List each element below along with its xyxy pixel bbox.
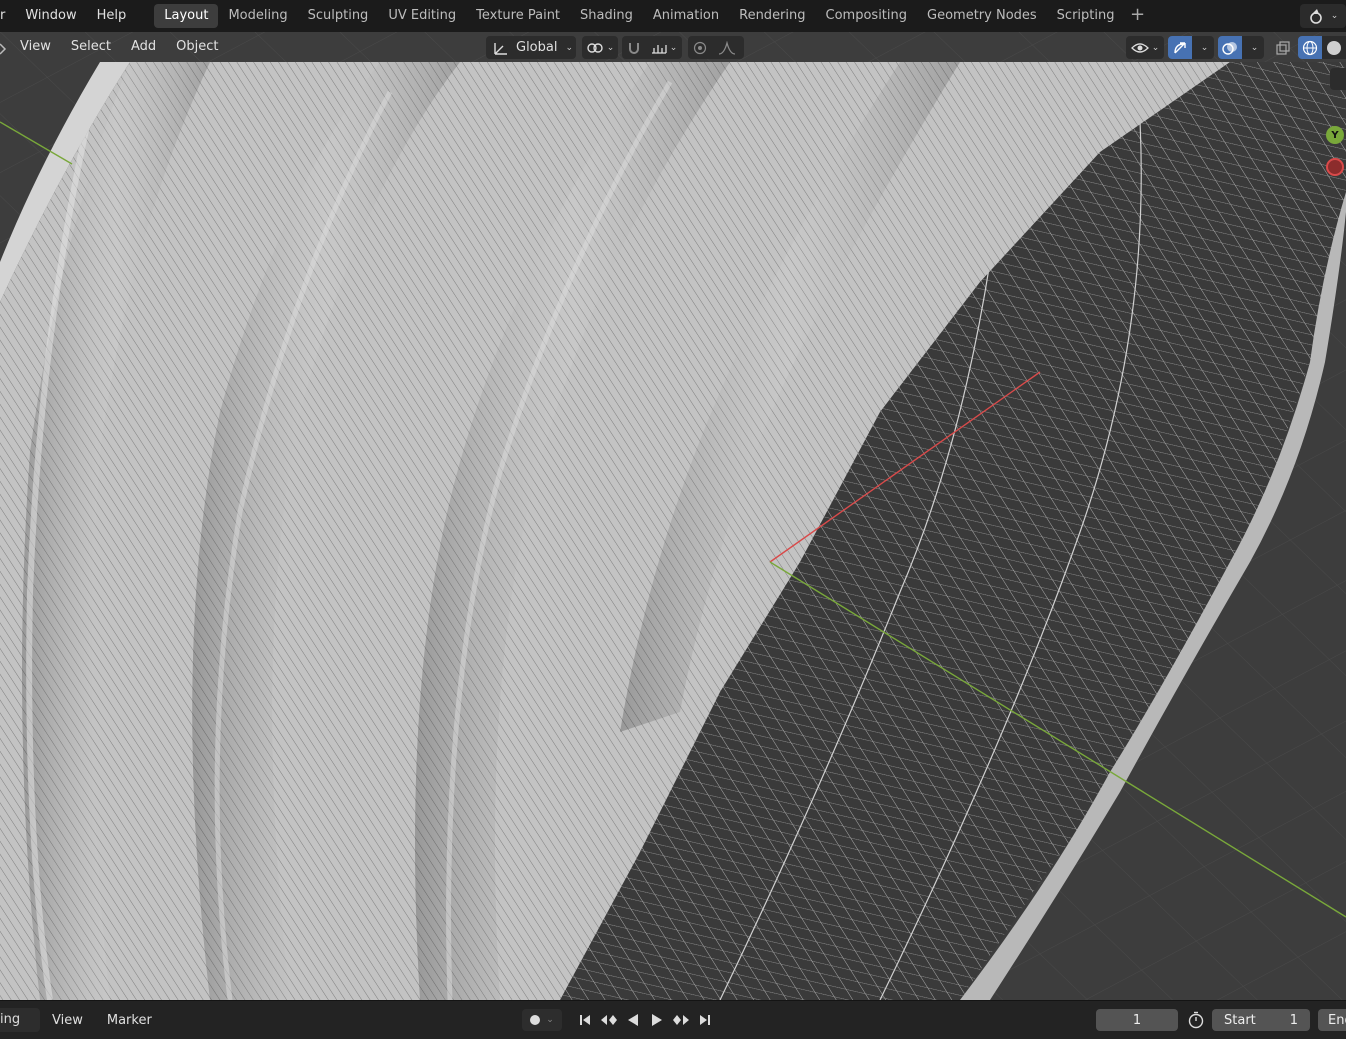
tab-sculpting[interactable]: Sculpting (298, 4, 379, 28)
tab-compositing[interactable]: Compositing (816, 4, 918, 28)
overlay-controls: ⌄ (1218, 36, 1264, 59)
play-reverse-icon (628, 1014, 638, 1026)
use-preview-range-toggle[interactable] (1184, 1009, 1208, 1031)
timeline-menu-marker[interactable]: Marker (95, 1013, 164, 1028)
top-bar: r Window Help Layout Modeling Sculpting … (0, 0, 1346, 32)
jump-to-keyframe-back-button[interactable] (598, 1009, 620, 1031)
visibility-dropdown[interactable]: ⌄ (1126, 36, 1164, 59)
tab-texture-paint[interactable]: Texture Paint (466, 4, 570, 28)
playback-mode-dropdown[interactable]: ing ⌄ (0, 1008, 40, 1032)
overlays-icon (1222, 41, 1237, 55)
tab-scripting[interactable]: Scripting (1047, 4, 1125, 28)
menu-help[interactable]: Help (87, 0, 137, 32)
record-icon (530, 1015, 541, 1025)
chevron-down-icon: ⌄ (669, 42, 678, 53)
magnet-icon (629, 42, 639, 54)
proportional-editing-icon (693, 41, 707, 54)
chevron-down-icon: ⌄ (546, 1015, 554, 1025)
workspace-tabs: Layout Modeling Sculpting UV Editing Tex… (154, 0, 1150, 32)
tab-animation[interactable]: Animation (643, 4, 729, 28)
proportional-editing-controls (688, 36, 744, 59)
jump-to-keyframe-forward-button[interactable] (670, 1009, 692, 1031)
jump-to-end-button[interactable] (694, 1009, 716, 1031)
viewport-scene (0, 32, 1346, 1000)
snap-increment-icon (651, 44, 667, 54)
sidebar-toggle-tab[interactable] (1330, 68, 1346, 90)
jump-to-start-button[interactable] (574, 1009, 596, 1031)
viewport-menu-add[interactable]: Add (121, 32, 166, 62)
timeline-menu-view[interactable]: View (40, 1013, 95, 1028)
end-frame-field[interactable]: End (1318, 1009, 1346, 1031)
chevron-down-icon: ⌄ (606, 42, 615, 53)
viewport-menu-object[interactable]: Object (166, 32, 228, 62)
tab-uv-editing[interactable]: UV Editing (378, 4, 466, 28)
timeline-header: ing ⌄ View Marker ⌄ 1 (0, 1000, 1346, 1039)
xray-icon (1276, 40, 1290, 55)
play-icon (652, 1014, 662, 1026)
playback-mode-label: ing (0, 1012, 21, 1027)
overlays-toggle[interactable] (1218, 36, 1242, 59)
wireframe-sphere-icon (1302, 40, 1318, 55)
prev-keyframe-icon (601, 1015, 617, 1025)
gizmo-dropdown[interactable]: ⌄ (1192, 36, 1214, 59)
transform-orientation-label: Global (516, 40, 558, 55)
add-workspace-button[interactable]: + (1124, 4, 1150, 28)
solid-sphere-icon (1327, 40, 1341, 55)
chevron-down-icon: ⌄ (1151, 42, 1160, 53)
chevron-down-icon: ⌄ (565, 42, 574, 53)
tab-modeling[interactable]: Modeling (218, 4, 297, 28)
snapping-controls: ⌄ (622, 36, 682, 59)
xray-toggle[interactable] (1270, 36, 1296, 59)
3d-viewport[interactable]: View Select Add Object Global ⌄ ⌄ ⌄ ⌄ ⌄ … (0, 32, 1346, 1000)
chevron-down-icon: ⌄ (1250, 42, 1259, 53)
gizmo-negative-x-axis[interactable] (1326, 158, 1344, 176)
editor-type-icon[interactable] (0, 32, 10, 62)
proportional-editing-toggle[interactable] (688, 36, 712, 59)
jump-end-icon (700, 1015, 710, 1025)
eye-icon (1130, 42, 1149, 53)
menu-window[interactable]: Window (15, 0, 86, 32)
play-button[interactable] (646, 1009, 668, 1031)
falloff-curve-icon (718, 40, 736, 55)
gizmo-y-axis[interactable]: Y (1326, 126, 1344, 144)
shading-mode-buttons (1298, 36, 1346, 59)
snap-target-dropdown[interactable]: ⌄ (646, 36, 682, 59)
stopwatch-icon (1188, 1011, 1204, 1029)
start-frame-value: 1 (1289, 1012, 1298, 1028)
orientation-axes-icon (494, 42, 507, 55)
tab-geometry-nodes[interactable]: Geometry Nodes (917, 4, 1047, 28)
scene-selector-button[interactable]: ⌄ (1300, 4, 1346, 28)
gizmo-toggle[interactable] (1168, 36, 1192, 59)
pivot-icon (587, 42, 603, 53)
viewport-menu-select[interactable]: Select (61, 32, 121, 62)
pivot-point-dropdown[interactable]: ⌄ (582, 36, 618, 59)
solid-shading-button[interactable] (1322, 36, 1346, 59)
playback-controls: ⌄ (522, 1009, 716, 1031)
chevron-down-icon: ⌄ (1200, 42, 1209, 53)
play-reverse-button[interactable] (622, 1009, 644, 1031)
viewport-menu-view[interactable]: View (10, 32, 61, 62)
gizmo-controls: ⌄ (1168, 36, 1214, 59)
jump-start-icon (580, 1015, 590, 1025)
menu-render[interactable]: r (0, 0, 15, 32)
chevron-down-icon: ⌄ (1330, 11, 1339, 21)
start-frame-label: Start (1224, 1012, 1256, 1028)
tab-layout[interactable]: Layout (154, 4, 219, 28)
auto-keying-controls[interactable]: ⌄ (522, 1009, 562, 1031)
current-frame-field[interactable]: 1 (1096, 1009, 1178, 1031)
gizmo-icon (1174, 41, 1186, 53)
end-frame-label: End (1328, 1012, 1346, 1028)
snap-toggle[interactable] (622, 36, 646, 59)
wireframe-shading-button[interactable] (1298, 36, 1322, 59)
falloff-dropdown[interactable] (712, 36, 742, 59)
tab-shading[interactable]: Shading (570, 4, 643, 28)
scene-icon (1309, 9, 1322, 24)
start-frame-field[interactable]: Start 1 (1212, 1009, 1310, 1031)
transform-orientation-dropdown[interactable]: Global ⌄ (486, 36, 576, 59)
next-keyframe-icon (673, 1015, 689, 1025)
overlays-dropdown[interactable]: ⌄ (1242, 36, 1264, 59)
tab-rendering[interactable]: Rendering (729, 4, 815, 28)
